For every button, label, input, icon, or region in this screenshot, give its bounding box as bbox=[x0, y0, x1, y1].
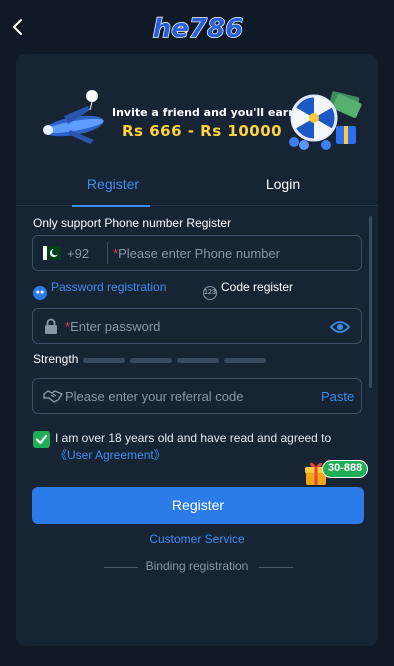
eye-icon[interactable] bbox=[330, 320, 350, 334]
plane-icon bbox=[43, 90, 104, 144]
strength-bar-3 bbox=[177, 358, 219, 363]
tab-register[interactable]: Register bbox=[76, 176, 150, 192]
banner-reward: Rs 666 - Rs 10000 bbox=[122, 122, 283, 140]
wheel-icon bbox=[289, 91, 362, 150]
back-icon[interactable] bbox=[8, 16, 30, 38]
phone-placeholder: *Please enter Phone number bbox=[113, 246, 280, 261]
strength-bar-1 bbox=[83, 358, 125, 363]
form-scrollbar[interactable] bbox=[369, 216, 372, 388]
field-divider bbox=[107, 242, 108, 264]
strength-bar-4 bbox=[224, 358, 266, 363]
banner-headline: Invite a friend and you'll earn bbox=[112, 106, 297, 119]
phone-only-notice: Only support Phone number Register bbox=[33, 216, 232, 230]
register-card: Invite a friend and you'll earn Rs 666 -… bbox=[16, 54, 378, 646]
password-placeholder: *Enter password bbox=[65, 319, 160, 334]
invite-banner[interactable]: Invite a friend and you'll earn Rs 666 -… bbox=[16, 68, 378, 168]
code-icon: 123 bbox=[203, 286, 217, 300]
country-code[interactable]: +92 bbox=[67, 246, 89, 261]
agreement-statement: I am over 18 years old and have read and… bbox=[55, 431, 332, 445]
dot-icon: ●● bbox=[33, 286, 47, 300]
register-button[interactable]: Register bbox=[32, 487, 364, 524]
paste-button[interactable]: Paste bbox=[321, 389, 354, 404]
phone-placeholder-text: Please enter Phone number bbox=[118, 246, 280, 261]
binding-registration-link[interactable]: Binding registration bbox=[16, 559, 378, 573]
binding-divider-right bbox=[259, 567, 293, 568]
brand-logo: he786 bbox=[152, 13, 244, 44]
customer-service-link[interactable]: Customer Service bbox=[16, 532, 378, 546]
pakistan-flag-icon bbox=[43, 246, 61, 260]
gift-badge[interactable]: 30-888 bbox=[322, 460, 369, 478]
code-register-label: Code register bbox=[221, 280, 294, 294]
user-agreement-link[interactable]: 《User Agreement》 bbox=[55, 448, 166, 462]
strength-bar-2 bbox=[130, 358, 172, 363]
strength-label: Strength bbox=[33, 352, 79, 366]
password-field[interactable]: *Enter password bbox=[32, 308, 362, 344]
lock-icon bbox=[45, 318, 57, 334]
agree-checkbox[interactable] bbox=[33, 431, 50, 448]
referral-placeholder: Please enter your referral code bbox=[65, 389, 244, 404]
auth-tabs: Register Login bbox=[16, 166, 378, 207]
active-tab-indicator bbox=[72, 205, 150, 207]
handshake-icon bbox=[43, 390, 63, 403]
password-placeholder-text: Enter password bbox=[70, 319, 161, 334]
check-icon bbox=[35, 434, 48, 445]
top-bar: he786 bbox=[0, 0, 394, 56]
agreement-text: I am over 18 years old and have read and… bbox=[55, 430, 355, 464]
password-registration-label: Password registration bbox=[51, 280, 167, 294]
svg-text:he786: he786 bbox=[153, 14, 243, 44]
phone-field[interactable]: +92 *Please enter Phone number bbox=[32, 235, 362, 271]
referral-field[interactable]: Please enter your referral code Paste bbox=[32, 378, 362, 414]
code-register-option[interactable]: 123 Code register bbox=[203, 280, 293, 300]
password-registration-option[interactable]: ●● Password registration bbox=[33, 280, 166, 300]
tab-login[interactable]: Login bbox=[246, 176, 320, 192]
